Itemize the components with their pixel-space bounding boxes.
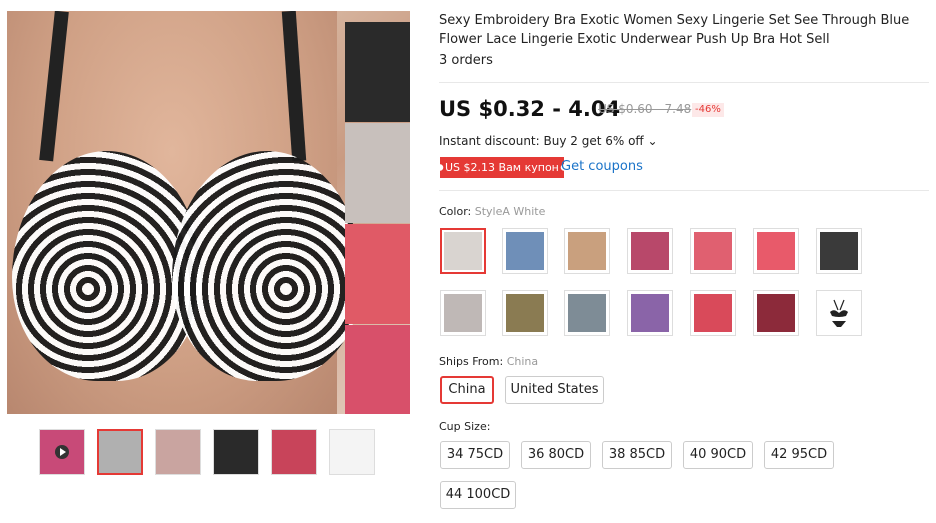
swatch-image — [568, 232, 606, 270]
color-swatch[interactable] — [502, 228, 548, 274]
ships-from-label: Ships From: China — [439, 355, 538, 368]
cup-size-option[interactable]: 40 90CD — [683, 441, 753, 469]
swatch-image — [757, 294, 795, 332]
color-swatch[interactable] — [627, 290, 673, 336]
color-swatch[interactable] — [753, 290, 799, 336]
color-swatch[interactable] — [816, 290, 862, 336]
current-price: US $0.32 - 4.04 — [439, 97, 621, 121]
color-swatch[interactable] — [440, 290, 486, 336]
discount-badge: -46% — [692, 103, 724, 117]
cup-size-option[interactable]: 44 100CD — [440, 481, 516, 509]
cup-size-option[interactable]: 36 80CD — [521, 441, 591, 469]
cup-size-label: Cup Size: — [439, 420, 491, 433]
cup-size-option[interactable]: 38 85CD — [602, 441, 672, 469]
color-label-text: Color: — [439, 205, 472, 218]
color-swatch[interactable] — [564, 290, 610, 336]
ships-from-option-china[interactable]: China — [440, 376, 494, 404]
orders-count: 3 orders — [439, 53, 493, 68]
side-strip-image — [345, 224, 410, 324]
swatch-image — [444, 294, 482, 332]
swatch-image — [506, 294, 544, 332]
color-swatch[interactable] — [627, 228, 673, 274]
side-strip-image — [345, 325, 410, 414]
color-selected-value: StyleA White — [474, 205, 546, 218]
swatch-image — [444, 232, 482, 270]
thumbnail-image[interactable] — [213, 429, 259, 475]
color-label: Color: StyleA White — [439, 205, 545, 218]
cup-size-option[interactable]: 34 75CD — [440, 441, 510, 469]
swatch-image — [631, 294, 669, 332]
play-icon — [55, 445, 69, 459]
thumbnail-video[interactable] — [39, 429, 85, 475]
swatch-image — [757, 232, 795, 270]
swatch-image — [568, 294, 606, 332]
cup-size-option[interactable]: 42 95CD — [764, 441, 834, 469]
color-swatch[interactable] — [690, 290, 736, 336]
ships-from-label-text: Ships From: — [439, 355, 504, 368]
swatch-image — [694, 294, 732, 332]
get-coupons-link[interactable]: Get coupons — [561, 159, 643, 174]
instant-discount[interactable]: Instant discount: Buy 2 get 6% off ⌄ — [439, 134, 658, 148]
color-swatch[interactable] — [816, 228, 862, 274]
color-swatch[interactable] — [564, 228, 610, 274]
side-strip-image — [345, 123, 410, 223]
swatch-image — [631, 232, 669, 270]
ships-from-option-united-states[interactable]: United States — [505, 376, 604, 404]
divider — [439, 82, 929, 83]
ships-from-selected-value: China — [506, 355, 539, 368]
main-product-image[interactable] — [7, 11, 410, 414]
thumbnail-image[interactable] — [97, 429, 143, 475]
thumbnail-image[interactable] — [271, 429, 317, 475]
swatch-image — [820, 232, 858, 270]
product-title: Sexy Embroidery Bra Exotic Women Sexy Li… — [439, 13, 910, 47]
thumbnail-image[interactable] — [155, 429, 201, 475]
swatch-image — [694, 232, 732, 270]
color-swatch[interactable] — [690, 228, 736, 274]
swatch-image — [506, 232, 544, 270]
color-swatch[interactable] — [753, 228, 799, 274]
color-swatch[interactable] — [502, 290, 548, 336]
original-price: US $0.60 - 7.48 — [598, 102, 692, 116]
side-strip-image — [345, 22, 410, 122]
thumbnail-size-chart[interactable] — [329, 429, 375, 475]
coupon-badge[interactable]: US $2.13 Вам купон — [440, 157, 564, 178]
color-swatch[interactable] — [440, 228, 486, 274]
image-side-strip — [345, 22, 410, 414]
bikini-line-icon — [830, 299, 848, 327]
divider — [439, 190, 929, 191]
